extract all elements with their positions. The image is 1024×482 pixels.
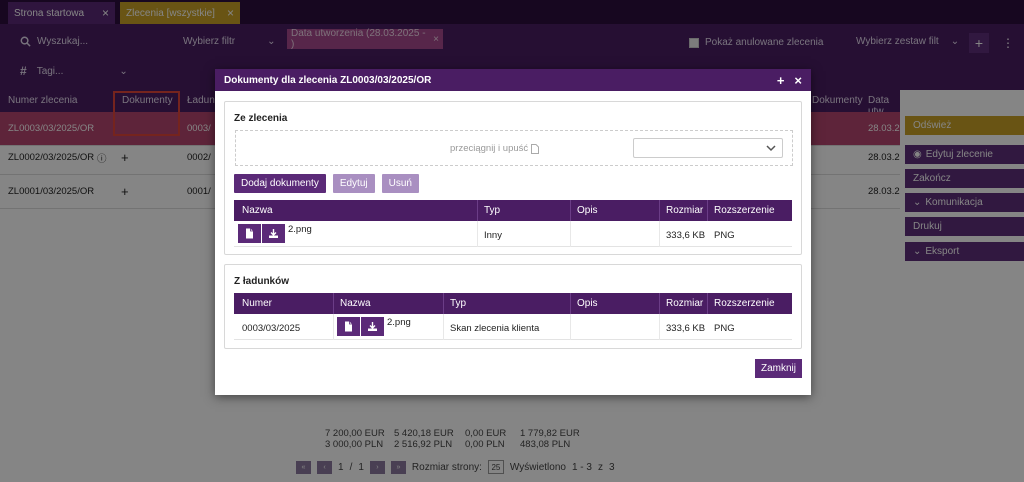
download-icon[interactable]	[361, 317, 384, 336]
document-type-select[interactable]	[633, 138, 783, 158]
col-size[interactable]: Rozmiar	[666, 298, 703, 309]
file-actions	[238, 224, 285, 243]
table-row[interactable]: 0003/03/2025 2.png Skan zlecenia klienta…	[234, 314, 792, 340]
download-icon[interactable]	[262, 224, 285, 243]
file-type: Inny	[484, 230, 502, 241]
load-documents-table: Numer Nazwa Typ Opis Rozmiar Rozszerzeni…	[234, 293, 792, 340]
drop-zone-text: przeciągnij i upuść	[450, 143, 540, 154]
edit-button[interactable]: Edytuj	[332, 174, 375, 193]
col-description[interactable]: Opis	[577, 205, 598, 216]
file-extension: PNG	[714, 230, 735, 241]
col-type[interactable]: Typ	[484, 205, 500, 216]
add-documents-button[interactable]: Dodaj dokumenty	[234, 174, 326, 193]
section-title: Z ładunków	[234, 276, 289, 287]
col-type[interactable]: Typ	[450, 298, 466, 309]
chevron-down-icon	[766, 145, 776, 152]
col-extension[interactable]: Rozszerzenie	[714, 205, 775, 216]
drop-zone[interactable]: przeciągnij i upuść	[235, 130, 793, 166]
col-description[interactable]: Opis	[577, 298, 598, 309]
file-extension: PNG	[714, 323, 735, 334]
file-icon[interactable]	[337, 317, 360, 336]
load-documents-panel: Z ładunków Numer Nazwa Typ Opis Rozmiar …	[224, 264, 802, 349]
close-button[interactable]: Zamknij	[755, 359, 802, 378]
table-row[interactable]: 2.png Inny 333,6 KB PNG	[234, 221, 792, 247]
order-documents-panel: Ze zlecenia przeciągnij i upuść Dodaj do…	[224, 101, 802, 255]
col-size[interactable]: Rozmiar	[666, 205, 703, 216]
delete-button[interactable]: Usuń	[381, 174, 419, 193]
section-title: Ze zlecenia	[234, 113, 288, 124]
col-name[interactable]: Nazwa	[340, 298, 371, 309]
file-actions	[337, 317, 384, 336]
col-extension[interactable]: Rozszerzenie	[714, 298, 775, 309]
table-header: Nazwa Typ Opis Rozmiar Rozszerzenie	[234, 200, 792, 221]
file-name[interactable]: 2.png	[288, 224, 312, 235]
file-type: Skan zlecenia klienta	[450, 323, 540, 334]
file-size: 333,6 KB	[666, 323, 706, 334]
table-header: Numer Nazwa Typ Opis Rozmiar Rozszerzeni…	[234, 293, 792, 314]
document-actions: Dodaj dokumenty Edytuj Usuń	[234, 174, 419, 193]
documents-modal: Dokumenty dla zlecenia ZL0003/03/2025/OR…	[215, 69, 811, 395]
drop-zone-label: przeciągnij i upuść	[450, 143, 529, 154]
file-icon	[531, 143, 540, 154]
col-name[interactable]: Nazwa	[242, 205, 273, 216]
modal-title: Dokumenty dla zlecenia ZL0003/03/2025/OR	[224, 74, 432, 86]
maximize-icon[interactable]: +	[777, 74, 785, 87]
modal-header: Dokumenty dla zlecenia ZL0003/03/2025/OR…	[215, 69, 811, 91]
order-documents-table: Nazwa Typ Opis Rozmiar Rozszerzenie 2.pn…	[234, 200, 792, 247]
close-icon[interactable]: ×	[794, 74, 802, 87]
file-size: 333,6 KB	[666, 230, 706, 241]
file-name[interactable]: 2.png	[387, 317, 411, 328]
file-icon[interactable]	[238, 224, 261, 243]
col-number[interactable]: Numer	[242, 298, 272, 309]
load-number: 0003/03/2025	[242, 323, 301, 334]
